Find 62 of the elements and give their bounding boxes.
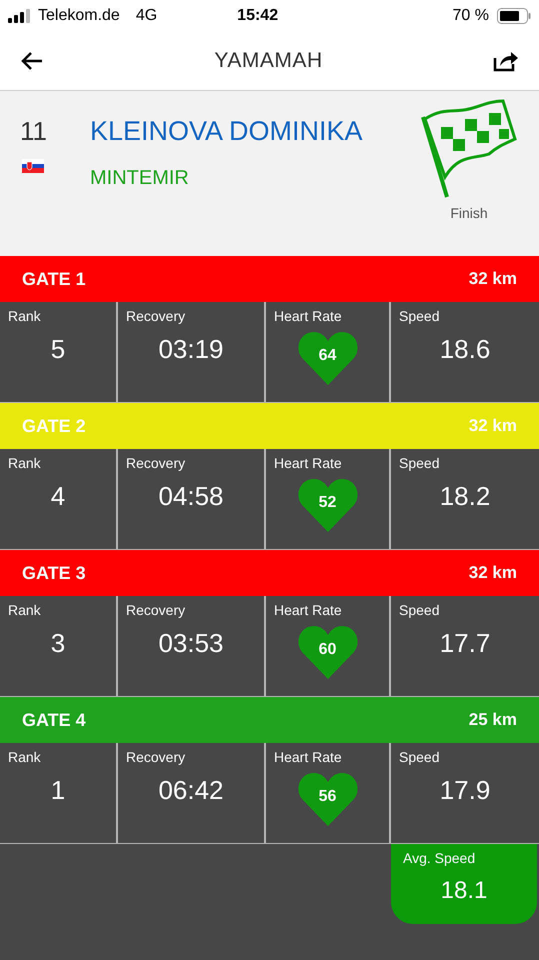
gate-name: GATE 4	[22, 708, 86, 732]
clock: 15:42	[237, 6, 278, 26]
stat-value: 3	[50, 627, 66, 660]
back-arrow-icon	[20, 51, 44, 71]
battery-percent: 70 %	[452, 6, 489, 26]
heart-rate-value: 52	[318, 493, 338, 513]
heart-icon	[298, 477, 358, 533]
stat-value: 03:19	[158, 333, 224, 366]
stat-label: Recovery	[126, 601, 186, 620]
stat-label: Heart Rate	[274, 454, 342, 473]
heart-rate-value: 60	[318, 640, 338, 660]
stat-value: 17.7	[440, 627, 490, 660]
battery-icon	[497, 8, 531, 24]
heart-icon	[298, 624, 358, 680]
heart-rate-value: 64	[318, 346, 338, 366]
avg-speed-value: 18.1	[440, 876, 488, 906]
stat-label: Speed	[399, 748, 440, 767]
stat-label: Rank	[8, 454, 41, 473]
horse-name: MINTEMIR	[90, 166, 190, 191]
stat-value: 1	[50, 774, 66, 807]
stat-value: 17.9	[440, 774, 490, 807]
athlete-name: KLEINOVA DOMINIKA	[90, 115, 364, 147]
stat-label: Recovery	[126, 307, 186, 326]
stat-value: 18.6	[440, 333, 490, 366]
stat-value: 4	[50, 480, 66, 513]
stat-label: Speed	[399, 601, 440, 620]
network-type: 4G	[136, 6, 158, 26]
stat-value: 03:53	[158, 627, 224, 660]
carrier-name: Telekom.de	[38, 6, 120, 26]
page-title: YAMAMAH	[214, 48, 323, 74]
heart-rate-value: 56	[318, 787, 338, 807]
stat-label: Recovery	[126, 748, 186, 767]
stat-value: 06:42	[158, 774, 224, 807]
athlete-number: 11	[20, 115, 48, 147]
finish-label: Finish	[450, 204, 488, 223]
gate-distance: 25 km	[468, 709, 517, 732]
heart-icon	[298, 330, 358, 386]
avg-speed-label: Avg. Speed	[403, 849, 476, 868]
gate-name: GATE 3	[22, 562, 86, 584]
gate-name: GATE 2	[22, 414, 86, 438]
back-button[interactable]	[20, 51, 44, 71]
stat-label: Heart Rate	[274, 601, 342, 620]
stat-label: Heart Rate	[274, 307, 342, 326]
slovakia-flag-icon	[22, 159, 44, 173]
gate-distance: 32 km	[468, 415, 517, 438]
stat-label: Rank	[8, 307, 41, 326]
stat-value: 5	[50, 333, 66, 366]
share-icon	[492, 50, 519, 72]
heart-icon	[298, 771, 358, 827]
stat-value: 04:58	[158, 480, 224, 513]
stat-label: Speed	[399, 454, 440, 473]
checkered-flag-icon	[419, 99, 519, 199]
stat-label: Speed	[399, 307, 440, 326]
gate-distance: 32 km	[468, 562, 517, 584]
gate-name: GATE 1	[22, 268, 86, 290]
stat-label: Rank	[8, 601, 41, 620]
stat-label: Heart Rate	[274, 748, 342, 767]
stat-label: Recovery	[126, 454, 186, 473]
share-button[interactable]	[492, 50, 519, 72]
stat-value: 18.2	[440, 480, 490, 513]
gate-distance: 32 km	[468, 268, 517, 290]
stat-label: Rank	[8, 748, 41, 767]
